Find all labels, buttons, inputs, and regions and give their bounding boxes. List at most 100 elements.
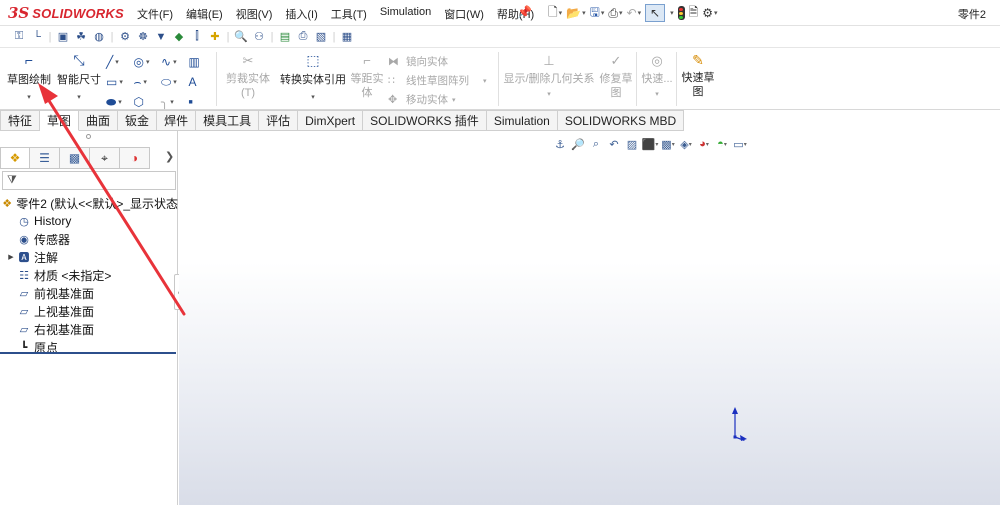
pin-icon[interactable]: 📌 bbox=[517, 5, 532, 19]
display-style-icon[interactable]: ▩ ▾ bbox=[659, 136, 677, 152]
slot-icon[interactable]: ⬬ ▾ bbox=[106, 95, 134, 110]
arc-icon[interactable]: ⌢ ▾ bbox=[134, 75, 162, 90]
rollback-bar[interactable] bbox=[0, 352, 176, 354]
text-grid-icon[interactable]: ▥ bbox=[189, 55, 217, 69]
move-entities-item[interactable]: ✥ 移动实体 ▾ bbox=[388, 90, 487, 109]
new-document-icon[interactable]: 🗋 ▾ bbox=[548, 4, 562, 22]
line-icon[interactable]: ╱ ▾ bbox=[106, 55, 134, 69]
file-properties-icon[interactable]: 🗎 bbox=[689, 4, 699, 22]
point-icon[interactable]: ■ bbox=[189, 99, 217, 106]
view-orientation-icon[interactable]: ⬛ ▾ bbox=[641, 136, 659, 152]
linear-pattern-item[interactable]: ∷ 线性草图阵列 ▾ bbox=[388, 71, 487, 90]
dimxpert-manager-tab[interactable]: ⌖ bbox=[90, 147, 120, 169]
property-manager-tab[interactable]: ☰ bbox=[30, 147, 60, 169]
rapid-sketch-button[interactable]: ✎ 快速草 图 bbox=[680, 52, 716, 99]
monitor-icon[interactable]: ▣ bbox=[54, 29, 72, 45]
plus-icon[interactable]: ✚ bbox=[206, 29, 224, 45]
rebuild-traffic-light-icon[interactable] bbox=[677, 4, 685, 22]
display-manager-tab[interactable]: ◑ bbox=[120, 147, 150, 169]
rectangle-icon[interactable]: ▭ ▾ bbox=[106, 75, 134, 89]
undo-icon[interactable]: ↶ ▾ bbox=[627, 4, 642, 22]
graphics-area[interactable]: ⚓ 🔎 ⌕ ↶ ▨ ⬛ ▾ ▩ ▾ ◈ ▾ ◕ ▾ ◓ ▾ ▭ ▾ bbox=[179, 131, 1000, 505]
select-pointer-icon[interactable]: ↖ bbox=[645, 4, 666, 22]
hide-show-items-icon[interactable]: ◈ ▾ bbox=[677, 136, 695, 152]
sheet-icon[interactable]: ▤ bbox=[276, 29, 294, 45]
menu-insert[interactable]: 插入(I) bbox=[285, 6, 317, 22]
fillet-icon[interactable]: ╮ ▾ bbox=[161, 95, 189, 109]
menu-tools[interactable]: 工具(T) bbox=[331, 6, 367, 22]
tab-sheet-metal[interactable]: 钣金 bbox=[118, 110, 158, 131]
key-icon[interactable]: ⚿ bbox=[10, 29, 28, 45]
open-icon[interactable]: 📂 ▾ bbox=[566, 4, 585, 22]
tab-addins[interactable]: SOLIDWORKS 插件 bbox=[363, 110, 487, 131]
tree-item-front-plane[interactable]: ▱ 前视基准面 bbox=[0, 284, 178, 302]
circle-icon[interactable]: ◎ ▾ bbox=[134, 55, 162, 69]
text-icon[interactable]: A bbox=[189, 75, 217, 89]
save-icon[interactable]: 🖫 ▾ bbox=[590, 4, 605, 22]
offset-entities-button[interactable]: ⌐ 等距实 体 bbox=[350, 53, 384, 100]
snapshot-icon[interactable]: ▧ bbox=[312, 29, 330, 45]
zoom-area-icon[interactable]: ⌕ bbox=[587, 136, 605, 152]
solidworks-logo[interactable]: 3S SOLIDWORKS bbox=[8, 4, 124, 22]
assembly-icon[interactable]: ☘ bbox=[72, 29, 90, 45]
polygon-icon[interactable]: ⬡ bbox=[134, 95, 162, 109]
tab-mbd[interactable]: SOLIDWORKS MBD bbox=[557, 110, 685, 131]
tab-mold-tools[interactable]: 模具工具 bbox=[196, 110, 260, 131]
mirror-entities-item[interactable]: ⧓ 镜向实体 bbox=[388, 52, 487, 71]
tab-weldments[interactable]: 焊件 bbox=[157, 110, 197, 131]
tab-simulation[interactable]: Simulation bbox=[486, 110, 558, 131]
globe-icon[interactable]: ◍ bbox=[90, 29, 108, 45]
edit-appearance-icon[interactable]: ◕ ▾ bbox=[695, 136, 713, 152]
trim-entities-button[interactable]: ✂ 剪裁实体(T) bbox=[220, 53, 276, 100]
chevron-right-icon[interactable]: ❯ bbox=[165, 150, 174, 163]
print-icon[interactable]: ⎙ ▾ bbox=[608, 4, 622, 22]
previous-view-icon[interactable]: ↶ bbox=[605, 136, 623, 152]
section-view-icon[interactable]: ▨ bbox=[623, 136, 641, 152]
orient-icon[interactable]: ⚓ bbox=[551, 136, 569, 152]
tab-dimxpert[interactable]: DimXpert bbox=[298, 110, 364, 131]
smart-dimension-button[interactable]: ⤡ 智能尺寸 ▾ bbox=[56, 52, 102, 101]
menu-file[interactable]: 文件(F) bbox=[137, 6, 173, 22]
tab-features[interactable]: 特征 bbox=[0, 110, 41, 131]
quick-snaps-button[interactable]: ◎ 快速... ▾ bbox=[640, 53, 674, 102]
view-settings-icon[interactable]: ▭ ▾ bbox=[731, 136, 749, 152]
zoom-to-fit-icon[interactable]: 🔎 bbox=[569, 136, 587, 152]
tab-evaluate[interactable]: 评估 bbox=[259, 110, 299, 131]
calculator-icon[interactable]: ▦ bbox=[338, 29, 356, 45]
repair-sketch-button[interactable]: ✓ 修复草 图 bbox=[598, 53, 634, 100]
ellipse-icon[interactable]: ⬭ ▾ bbox=[161, 75, 189, 90]
tree-item-right-plane[interactable]: ▱ 右视基准面 bbox=[0, 320, 178, 338]
configuration-manager-tab[interactable]: ▩ bbox=[60, 147, 90, 169]
tree-item-annotations[interactable]: ▶ 🅰 注解 bbox=[0, 248, 178, 266]
menu-view[interactable]: 视图(V) bbox=[236, 6, 273, 22]
feature-manager-tab[interactable]: ❖ bbox=[0, 147, 30, 169]
spline-icon[interactable]: ∿ ▾ bbox=[161, 55, 189, 69]
tree-item-history[interactable]: ◷ History bbox=[0, 212, 178, 230]
gear-part-icon[interactable]: ☸ bbox=[134, 29, 152, 45]
tab-sketch[interactable]: 草图 bbox=[40, 110, 80, 131]
menu-window[interactable]: 窗口(W) bbox=[444, 6, 484, 22]
tree-filter-input[interactable]: ⧩ bbox=[2, 171, 176, 190]
search-icon[interactable]: 🔍 bbox=[232, 29, 250, 45]
printer-icon[interactable]: ⎙ bbox=[294, 29, 312, 45]
options-gear-icon[interactable]: ⚙ ▾ bbox=[702, 4, 717, 22]
menu-simulation[interactable]: Simulation bbox=[380, 6, 431, 22]
tree-item-top-plane[interactable]: ▱ 上视基准面 bbox=[0, 302, 178, 320]
select-dropdown-icon[interactable]: ▾ bbox=[669, 4, 674, 22]
sketch-axis-icon[interactable]: └ bbox=[28, 29, 46, 45]
display-relations-button[interactable]: ⊥ 显示/删除几何关系 ▾ bbox=[502, 53, 596, 102]
tree-item-material[interactable]: ☷ 材质 <未指定> bbox=[0, 266, 178, 284]
binoculars-icon[interactable]: ⚇ bbox=[250, 29, 268, 45]
menu-edit[interactable]: 编辑(E) bbox=[186, 6, 223, 22]
tree-item-sensors[interactable]: ◉ 传感器 bbox=[0, 230, 178, 248]
tab-surfaces[interactable]: 曲面 bbox=[79, 110, 119, 131]
convert-entities-button[interactable]: ⬚ 转换实体引用 ▾ bbox=[280, 52, 346, 101]
sketch-button[interactable]: ⌐ 草图绘制 ▾ bbox=[6, 52, 52, 101]
tree-root-part[interactable]: ❖ 零件2 (默认<<默认>_显示状态 bbox=[0, 194, 178, 212]
shield-icon[interactable]: ◆ bbox=[170, 29, 188, 45]
settings-icon[interactable]: ⚙ bbox=[116, 29, 134, 45]
pattern-icon[interactable]: ⫿ bbox=[188, 29, 206, 45]
apply-scene-icon[interactable]: ◓ ▾ bbox=[713, 136, 731, 152]
expand-arrow-icon[interactable]: ▶ bbox=[6, 253, 16, 261]
mold-icon[interactable]: ▼ bbox=[152, 29, 170, 45]
